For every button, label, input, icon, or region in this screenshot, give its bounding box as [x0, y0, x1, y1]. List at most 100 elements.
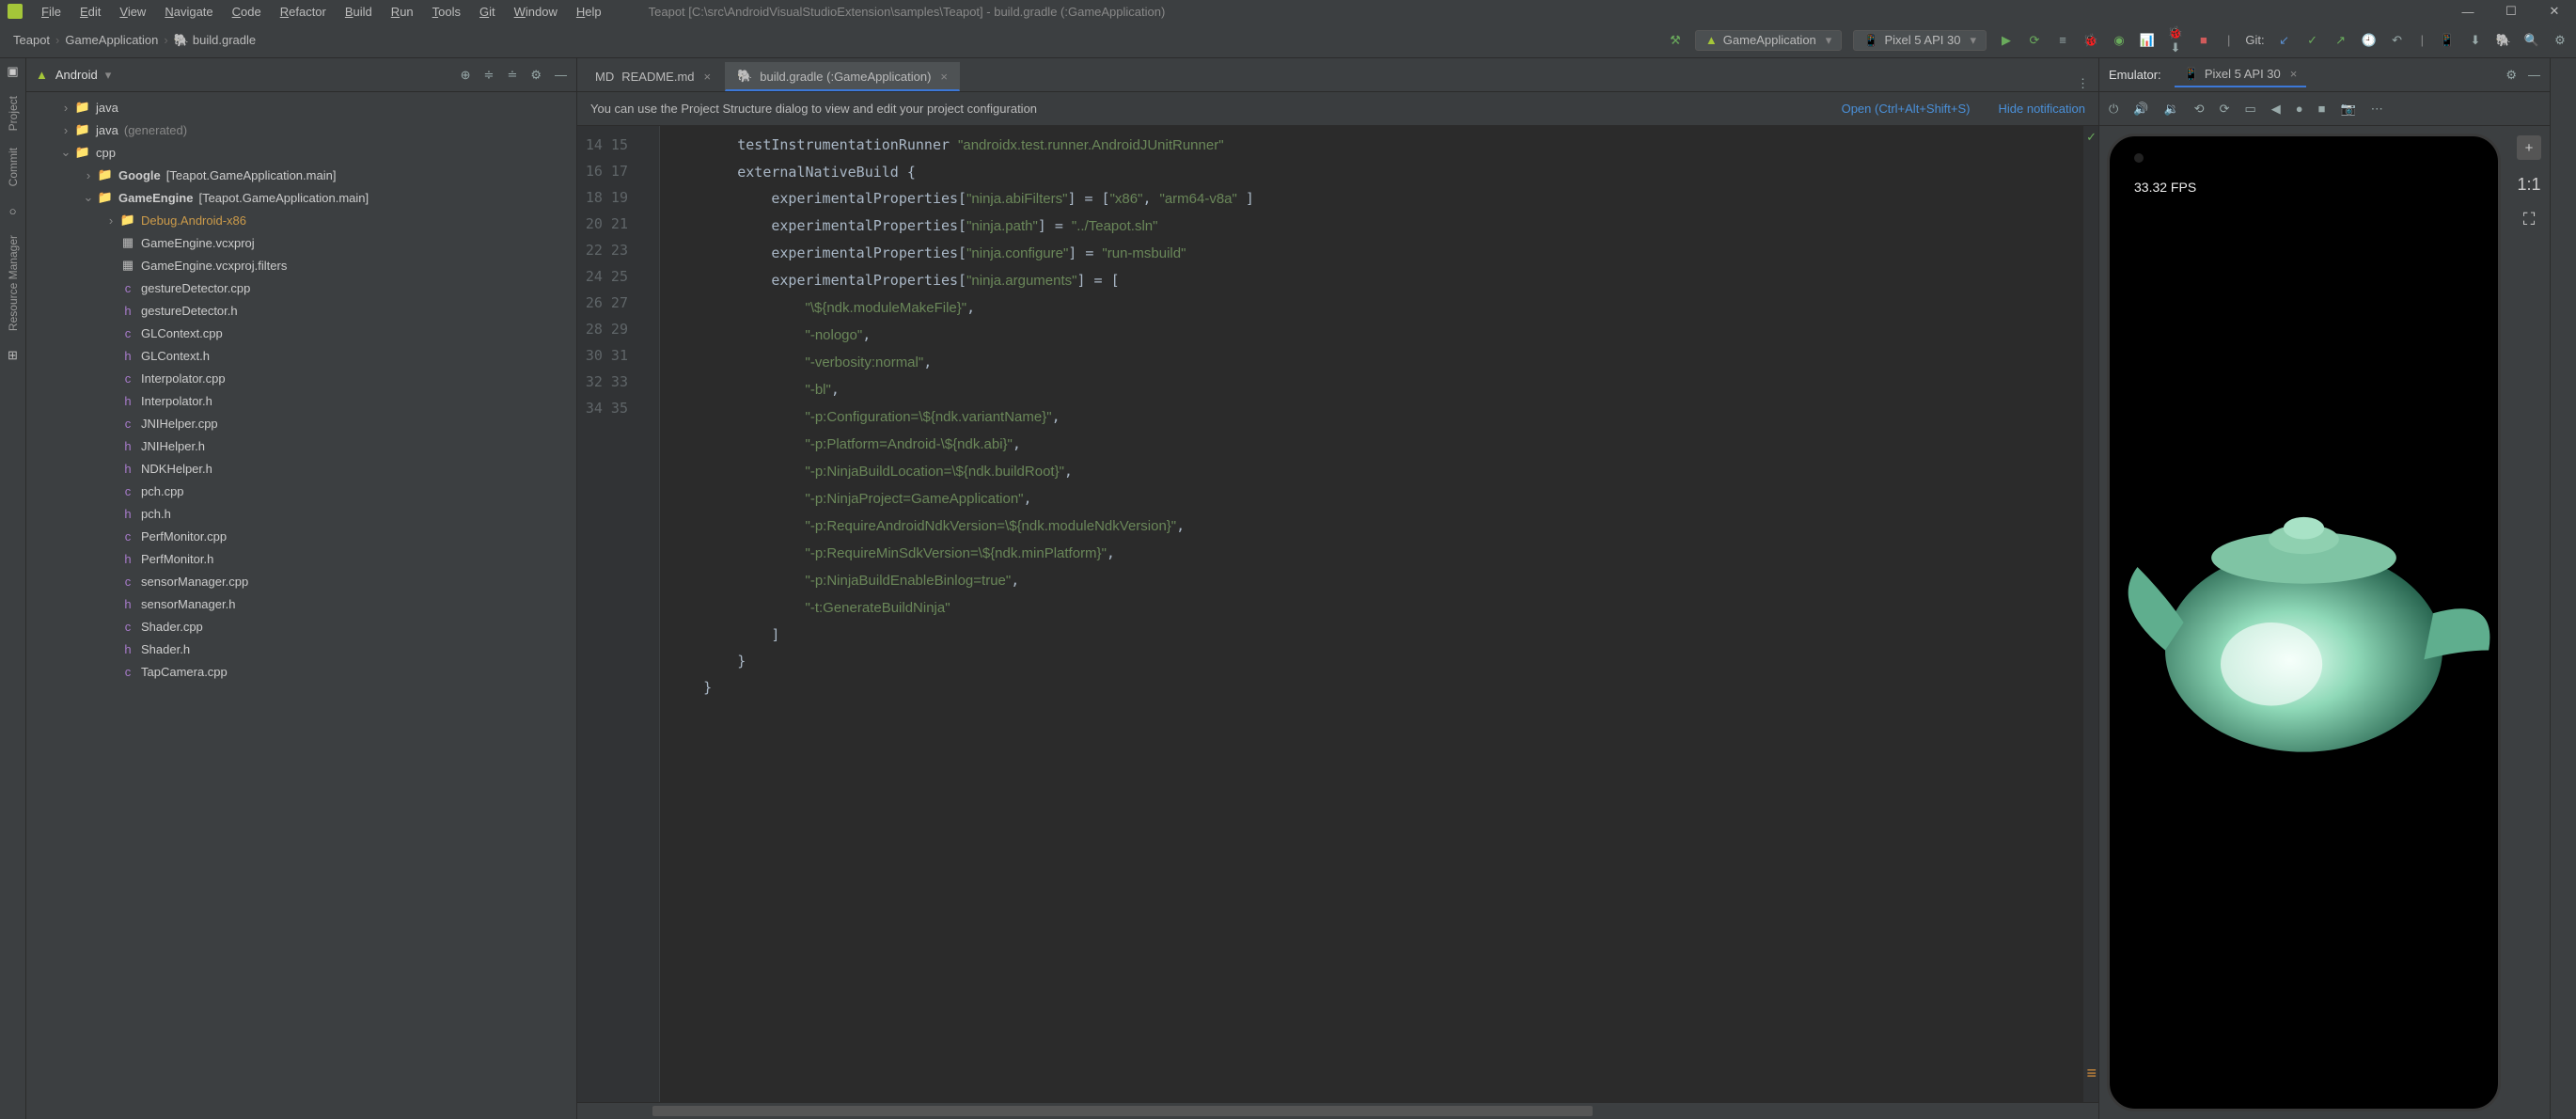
attach-debugger-icon[interactable]: 🐞⬇: [2167, 25, 2184, 55]
editor-horizontal-scrollbar[interactable]: [577, 1102, 2098, 1119]
tree-item[interactable]: cgestureDetector.cpp: [26, 276, 576, 299]
tree-item[interactable]: ›📁java(generated): [26, 118, 576, 141]
error-stripe[interactable]: ✓ ≡: [2083, 126, 2098, 1102]
power-icon[interactable]: ⏻: [2109, 102, 2118, 117]
breadcrumb-file[interactable]: 🐘build.gradle: [168, 33, 261, 48]
tree-item[interactable]: cJNIHelper.cpp: [26, 412, 576, 434]
tree-item[interactable]: hGLContext.h: [26, 344, 576, 367]
menu-code[interactable]: Code: [223, 5, 271, 19]
menu-navigate[interactable]: Navigate: [155, 5, 222, 19]
menu-run[interactable]: Run: [382, 5, 423, 19]
breadcrumb-root[interactable]: Teapot: [8, 33, 55, 47]
tree-item[interactable]: ▦GameEngine.vcxproj: [26, 231, 576, 254]
git-push-icon[interactable]: ↗: [2333, 33, 2349, 48]
fold-gutter[interactable]: [643, 126, 660, 1102]
expand-arrow-icon[interactable]: ›: [81, 168, 96, 182]
git-update-icon[interactable]: ↙: [2276, 33, 2293, 48]
home-icon[interactable]: ●: [2296, 102, 2303, 116]
tree-item[interactable]: hShader.h: [26, 638, 576, 660]
stop-icon[interactable]: ■: [2195, 33, 2212, 47]
rotate-right-icon[interactable]: ⟳: [2220, 102, 2230, 117]
collapse-all-icon[interactable]: ≐: [507, 68, 517, 83]
git-history-icon[interactable]: 🕘: [2361, 33, 2378, 48]
extended-controls-icon[interactable]: ⋯: [2371, 102, 2383, 117]
fold-device-icon[interactable]: ▭: [2244, 102, 2255, 117]
expand-arrow-icon[interactable]: ›: [58, 123, 73, 137]
editor-tab[interactable]: 🐘build.gradle (:GameApplication)×: [725, 62, 960, 91]
close-tab-icon[interactable]: ×: [940, 70, 948, 84]
menu-file[interactable]: File: [32, 5, 71, 19]
search-everywhere-icon[interactable]: 🔍: [2523, 33, 2540, 48]
rotate-left-icon[interactable]: ⟲: [2194, 102, 2205, 117]
close-button[interactable]: ✕: [2533, 0, 2576, 23]
menu-build[interactable]: Build: [336, 5, 382, 19]
maximize-button[interactable]: ☐: [2490, 0, 2533, 23]
run-config-select[interactable]: ▲GameApplication▾: [1695, 30, 1842, 51]
expand-arrow-icon[interactable]: ›: [58, 101, 73, 115]
line-number-gutter[interactable]: 14 15 16 17 18 19 20 21 22 23 24 25 26 2…: [577, 126, 643, 1102]
menu-help[interactable]: Help: [567, 5, 611, 19]
zoom-actual-button[interactable]: 1:1: [2517, 175, 2540, 195]
debug-icon[interactable]: 🐞: [2082, 33, 2099, 48]
tree-item[interactable]: hInterpolator.h: [26, 389, 576, 412]
build-hammer-icon[interactable]: ⚒: [1667, 33, 1684, 48]
commit-tool-label[interactable]: Commit: [7, 148, 20, 186]
overview-icon[interactable]: ■: [2318, 102, 2326, 116]
minimize-button[interactable]: —: [2446, 0, 2490, 23]
menu-edit[interactable]: Edit: [71, 5, 110, 19]
project-tree[interactable]: ›📁java›📁java(generated)⌄📁cpp›📁Google[Tea…: [26, 92, 576, 1119]
coverage-icon[interactable]: ◉: [2111, 33, 2128, 48]
tree-item[interactable]: hNDKHelper.h: [26, 457, 576, 480]
tree-item[interactable]: ⌄📁cpp: [26, 141, 576, 164]
tree-item[interactable]: ›📁Debug.Android-x86: [26, 209, 576, 231]
expand-all-icon[interactable]: ≑: [484, 68, 495, 83]
emulator-settings-icon[interactable]: ⚙: [2505, 68, 2517, 83]
tree-item[interactable]: cGLContext.cpp: [26, 322, 576, 344]
zoom-in-button[interactable]: +: [2517, 135, 2541, 160]
hide-panel-icon[interactable]: —: [555, 68, 567, 83]
tree-item[interactable]: hgestureDetector.h: [26, 299, 576, 322]
menu-view[interactable]: View: [110, 5, 155, 19]
tree-item[interactable]: cpch.cpp: [26, 480, 576, 502]
tree-item[interactable]: cTapCamera.cpp: [26, 660, 576, 683]
tree-item[interactable]: hPerfMonitor.h: [26, 547, 576, 570]
avd-manager-icon[interactable]: 📱: [2439, 33, 2456, 48]
tree-item[interactable]: ›📁java: [26, 96, 576, 118]
resource-manager-label[interactable]: Resource Manager: [7, 235, 20, 331]
device-select[interactable]: 📱Pixel 5 API 30▾: [1853, 30, 1987, 51]
menu-window[interactable]: Window: [505, 5, 567, 19]
settings-icon[interactable]: ⚙: [2552, 33, 2568, 48]
resource-manager-icon[interactable]: ⊞: [8, 348, 18, 363]
tree-item[interactable]: hJNIHelper.h: [26, 434, 576, 457]
banner-open-link[interactable]: Open (Ctrl+Alt+Shift+S): [1842, 102, 1971, 116]
tree-item[interactable]: hsensorManager.h: [26, 592, 576, 615]
panel-settings-icon[interactable]: ⚙: [530, 68, 542, 83]
emulator-screen[interactable]: 33.32 FPS: [2107, 134, 2501, 1111]
apply-code-icon[interactable]: ≡: [2054, 33, 2071, 47]
tabs-overflow-icon[interactable]: ⋮: [2067, 76, 2098, 91]
emulator-device-tab[interactable]: 📱Pixel 5 API 30×: [2175, 63, 2307, 87]
sdk-manager-icon[interactable]: ⬇: [2467, 33, 2484, 48]
code-editor[interactable]: testInstrumentationRunner "androidx.test…: [660, 126, 2083, 1102]
select-opened-icon[interactable]: ⊕: [461, 68, 471, 83]
zoom-fit-button[interactable]: ⛶: [2523, 210, 2536, 229]
tree-item[interactable]: cInterpolator.cpp: [26, 367, 576, 389]
breadcrumb-module[interactable]: GameApplication: [59, 33, 164, 47]
banner-hide-link[interactable]: Hide notification: [1999, 102, 2086, 116]
expand-arrow-icon[interactable]: ⌄: [58, 145, 73, 160]
screenshot-icon[interactable]: 📷: [2341, 102, 2356, 117]
hide-emulator-icon[interactable]: —: [2528, 68, 2540, 82]
menu-refactor[interactable]: Refactor: [271, 5, 336, 19]
volume-down-icon[interactable]: 🔉: [2163, 102, 2178, 117]
back-icon[interactable]: ◀: [2271, 102, 2281, 117]
run-icon[interactable]: ▶: [1998, 33, 2015, 48]
tree-item[interactable]: cPerfMonitor.cpp: [26, 525, 576, 547]
tree-item[interactable]: ▦GameEngine.vcxproj.filters: [26, 254, 576, 276]
expand-arrow-icon[interactable]: ›: [103, 213, 118, 228]
close-icon[interactable]: ×: [2290, 67, 2298, 81]
editor-tab[interactable]: MDREADME.md×: [583, 62, 723, 91]
volume-up-icon[interactable]: 🔊: [2133, 102, 2148, 117]
close-tab-icon[interactable]: ×: [704, 70, 712, 84]
git-commit-icon[interactable]: ✓: [2304, 33, 2321, 48]
tree-item[interactable]: cShader.cpp: [26, 615, 576, 638]
